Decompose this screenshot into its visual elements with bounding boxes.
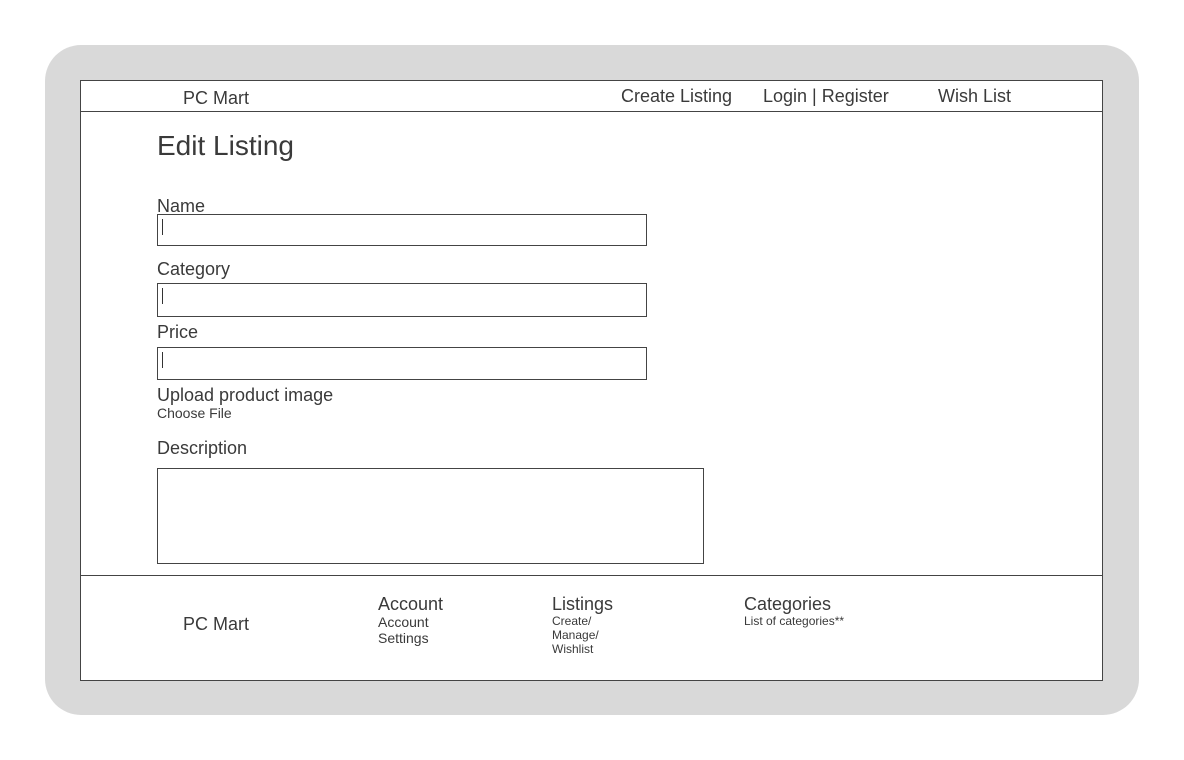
footer-account-settings-link[interactable]: Account Settings — [378, 614, 448, 646]
category-label: Category — [157, 259, 231, 279]
top-nav: PC Mart Create Listing Login | Register … — [81, 81, 1102, 112]
footer: PC Mart Account Account Settings Listing… — [81, 575, 1102, 682]
page-title: Edit Listing — [157, 130, 294, 161]
name-input[interactable] — [157, 214, 647, 246]
footer-categories-heading: Categories — [744, 594, 832, 614]
price-input[interactable] — [157, 347, 647, 380]
footer-categories-list[interactable]: List of categories** — [744, 614, 844, 628]
text-cursor-icon — [162, 352, 163, 368]
login-register-link[interactable]: Login | Register — [763, 86, 889, 107]
description-label: Description — [157, 438, 248, 458]
description-textarea[interactable] — [157, 468, 704, 564]
choose-file-button[interactable]: Choose File — [157, 405, 232, 421]
upload-image-label: Upload product image — [157, 385, 334, 405]
category-input[interactable] — [157, 283, 647, 317]
footer-listings-heading: Listings — [552, 594, 614, 614]
footer-listings-links[interactable]: Create/ Manage/ Wishlist — [552, 614, 612, 656]
text-cursor-icon — [162, 288, 163, 304]
brand-logo[interactable]: PC Mart — [183, 88, 249, 109]
browser-screen: PC Mart Create Listing Login | Register … — [80, 80, 1103, 681]
wish-list-link[interactable]: Wish List — [938, 86, 1011, 107]
text-cursor-icon — [162, 219, 163, 235]
footer-brand: PC Mart — [183, 614, 250, 634]
footer-account-heading: Account — [378, 594, 444, 614]
create-listing-link[interactable]: Create Listing — [621, 86, 732, 107]
price-label: Price — [157, 322, 199, 342]
